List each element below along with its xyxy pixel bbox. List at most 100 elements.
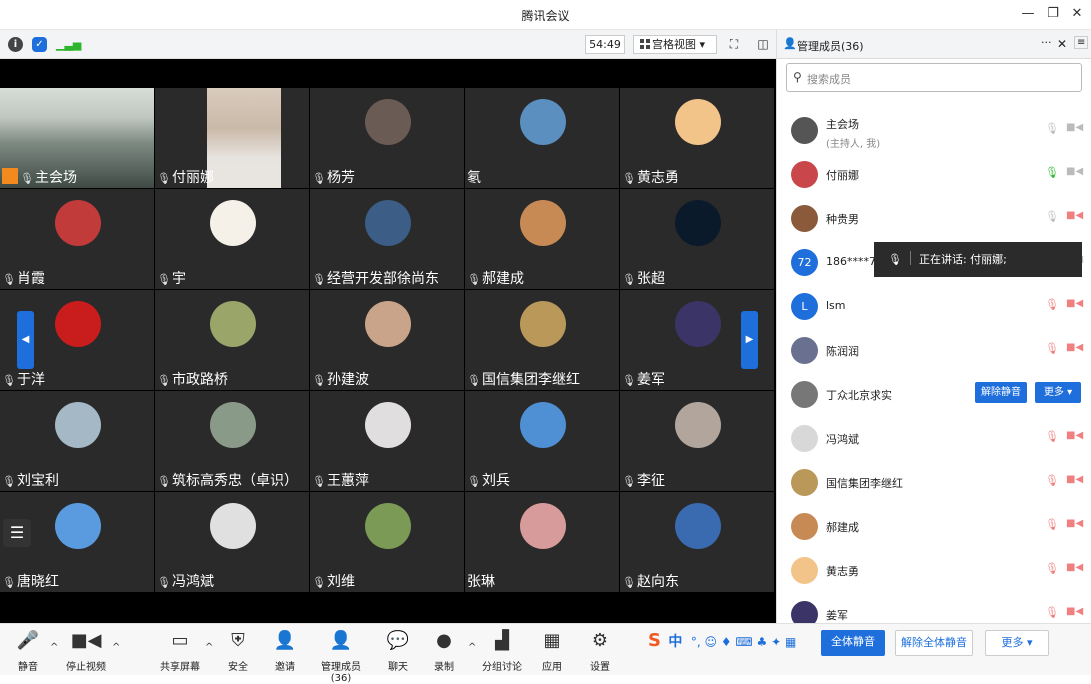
settings-button[interactable]: ⚙ 设置 — [586, 624, 614, 676]
video-tile[interactable]: 张琳 — [465, 492, 619, 592]
video-tile[interactable]: 🎙刘宝利 — [0, 391, 154, 491]
panel-close-icon[interactable]: ✕ — [1057, 37, 1067, 51]
member-row[interactable]: 陈润润 🎙 ■◀ — [777, 328, 1091, 371]
view-mode-select[interactable]: 宫格视图 ▾ — [633, 35, 717, 54]
camera-icon[interactable]: ■◀ — [1066, 562, 1083, 576]
video-tile[interactable]: 氡 — [465, 88, 619, 188]
video-tile[interactable]: 🎙经营开发部徐尚东 — [310, 189, 464, 289]
share-label: 共享屏幕 — [160, 662, 200, 673]
chevron-up-icon[interactable]: ^ — [112, 642, 120, 653]
member-row[interactable]: 付丽娜 🎙 ■◀ — [777, 152, 1091, 195]
camera-icon[interactable]: ■◀ — [1066, 298, 1083, 312]
more-button[interactable]: 更多 ▾ — [985, 630, 1049, 656]
video-tile[interactable]: 🎙张超 — [620, 189, 774, 289]
invite-button[interactable]: 👤 邀请 — [270, 624, 300, 676]
avatar — [675, 99, 721, 145]
mic-icon[interactable]: 🎙 — [1045, 430, 1059, 444]
camera-icon[interactable]: ■◀ — [1066, 342, 1083, 356]
info-icon[interactable]: i — [8, 37, 23, 52]
share-screen-button[interactable]: ▭ 共享屏幕 — [158, 624, 202, 676]
avatar — [675, 301, 721, 347]
mic-icon[interactable]: 🎙 — [1045, 342, 1059, 356]
ime-toolbar[interactable]: S 中 °, ☺ ♦ ⌨ ♣ ✦ ▦ — [648, 630, 818, 658]
mic-icon[interactable]: 🎙 — [1045, 606, 1059, 620]
member-row[interactable]: 黄志勇 🎙 ■◀ — [777, 548, 1091, 591]
sidebar-toggle-icon[interactable]: ◫ — [756, 37, 770, 51]
video-tile[interactable]: 🎙肖霞 — [0, 189, 154, 289]
apps-button[interactable]: ▦ 应用 — [538, 624, 566, 676]
panel-more-icon[interactable]: ··· — [1041, 36, 1052, 49]
fullscreen-icon[interactable]: ⛶ — [727, 37, 741, 51]
camera-icon[interactable]: ■◀ — [1066, 122, 1083, 136]
video-tile[interactable]: 🎙郝建成 — [465, 189, 619, 289]
member-row[interactable]: 主会场 (主持人, 我) 🎙 ■◀ — [777, 108, 1091, 151]
video-tile[interactable]: 🎙杨芳 — [310, 88, 464, 188]
video-tile[interactable]: 🎙王蕙萍 — [310, 391, 464, 491]
mic-muted-icon: 🎙 — [312, 172, 326, 185]
mute-button[interactable]: 🎤 静音 — [12, 624, 44, 676]
restore-icon[interactable]: ❐ — [1044, 6, 1062, 21]
mute-all-button[interactable]: 全体静音 — [821, 630, 885, 656]
mic-icon[interactable]: 🎙 — [1045, 518, 1059, 532]
unmute-member-button[interactable]: 解除静音 — [975, 382, 1027, 403]
video-tile[interactable]: 🎙主会场 — [0, 88, 154, 188]
video-tile[interactable]: 🎙宇 — [155, 189, 309, 289]
avatar — [520, 99, 566, 145]
mic-icon[interactable]: 🎙 — [1045, 474, 1059, 488]
video-tile[interactable]: 🎙市政路桥 — [155, 290, 309, 390]
video-tile[interactable]: 🎙筑标高秀忠（卓识） — [155, 391, 309, 491]
ime-icons: °, ☺ ♦ ⌨ ♣ ✦ ▦ — [690, 635, 797, 649]
video-tile[interactable]: 🎙孙建波 — [310, 290, 464, 390]
manage-members-button[interactable]: 👤 管理成员(36) — [312, 624, 370, 684]
member-row[interactable]: 丁众北京求实 解除静音 更多 ▾ — [777, 372, 1091, 415]
mic-icon[interactable]: 🎙 — [1045, 122, 1059, 136]
avatar — [520, 200, 566, 246]
mic-icon[interactable]: 🎙 — [1045, 210, 1059, 224]
signal-icon[interactable]: ▁▃▅ — [56, 37, 81, 52]
member-row[interactable]: 冯鸿斌 🎙 ■◀ — [777, 416, 1091, 459]
mic-icon[interactable]: 🎙 — [1045, 562, 1059, 576]
shield-icon[interactable]: ✓ — [32, 37, 47, 52]
record-button[interactable]: ● 录制 — [430, 624, 458, 676]
camera-icon[interactable]: ■◀ — [1066, 166, 1083, 180]
camera-icon[interactable]: ■◀ — [1066, 518, 1083, 532]
video-tile[interactable]: 🎙李征 — [620, 391, 774, 491]
chat-label: 聊天 — [388, 662, 408, 673]
camera-icon[interactable]: ■◀ — [1066, 210, 1083, 224]
mic-muted-icon: 🎙 — [467, 475, 481, 488]
camera-icon[interactable]: ■◀ — [1066, 606, 1083, 620]
camera-icon[interactable]: ■◀ — [1066, 474, 1083, 488]
chevron-up-icon[interactable]: ^ — [468, 642, 476, 653]
camera-icon[interactable]: ■◀ — [1066, 430, 1083, 444]
member-more-button[interactable]: 更多 ▾ — [1035, 382, 1081, 403]
list-icon[interactable]: ☰ — [3, 519, 31, 547]
minimize-icon[interactable]: — — [1019, 6, 1037, 21]
member-search-input[interactable]: ⚲ 搜索成员 — [786, 63, 1082, 92]
mic-icon[interactable]: 🎙 — [1045, 166, 1059, 180]
security-button[interactable]: ⛨ 安全 — [224, 624, 252, 676]
member-row[interactable]: Llsm 🎙 ■◀ — [777, 284, 1091, 327]
chat-button[interactable]: 💬 聊天 — [384, 624, 412, 676]
video-tile[interactable]: 🎙冯鸿斌 — [155, 492, 309, 592]
video-tile[interactable]: 🎙刘兵 — [465, 391, 619, 491]
breakout-button[interactable]: ▟ 分组讨论 — [480, 624, 524, 676]
member-row[interactable]: 郝建成 🎙 ■◀ — [777, 504, 1091, 547]
stop-video-button[interactable]: ■◀ 停止视频 — [62, 624, 110, 676]
next-page-icon[interactable]: ▶ — [741, 311, 758, 369]
video-tile[interactable]: 🎙赵向东 — [620, 492, 774, 592]
mic-muted-icon: 🎙 — [622, 475, 636, 488]
participant-name-text: 赵向东 — [636, 574, 679, 590]
video-tile[interactable]: 🎙刘维 — [310, 492, 464, 592]
chevron-up-icon[interactable]: ^ — [205, 642, 213, 653]
member-row[interactable]: 种贵男 🎙 ■◀ — [777, 196, 1091, 239]
video-tile[interactable]: 🎙国信集团李继红 — [465, 290, 619, 390]
unmute-all-button[interactable]: 解除全体静音 — [895, 630, 973, 656]
panel-menu-icon[interactable]: ≡ — [1074, 36, 1089, 49]
member-row[interactable]: 国信集团李继红 🎙 ■◀ — [777, 460, 1091, 503]
chevron-up-icon[interactable]: ^ — [50, 642, 58, 653]
video-tile[interactable]: 🎙付丽娜 — [155, 88, 309, 188]
video-tile[interactable]: 🎙黄志勇 — [620, 88, 774, 188]
mic-icon[interactable]: 🎙 — [1045, 298, 1059, 312]
close-icon[interactable]: ✕ — [1068, 6, 1086, 21]
prev-page-icon[interactable]: ◀ — [17, 311, 34, 369]
